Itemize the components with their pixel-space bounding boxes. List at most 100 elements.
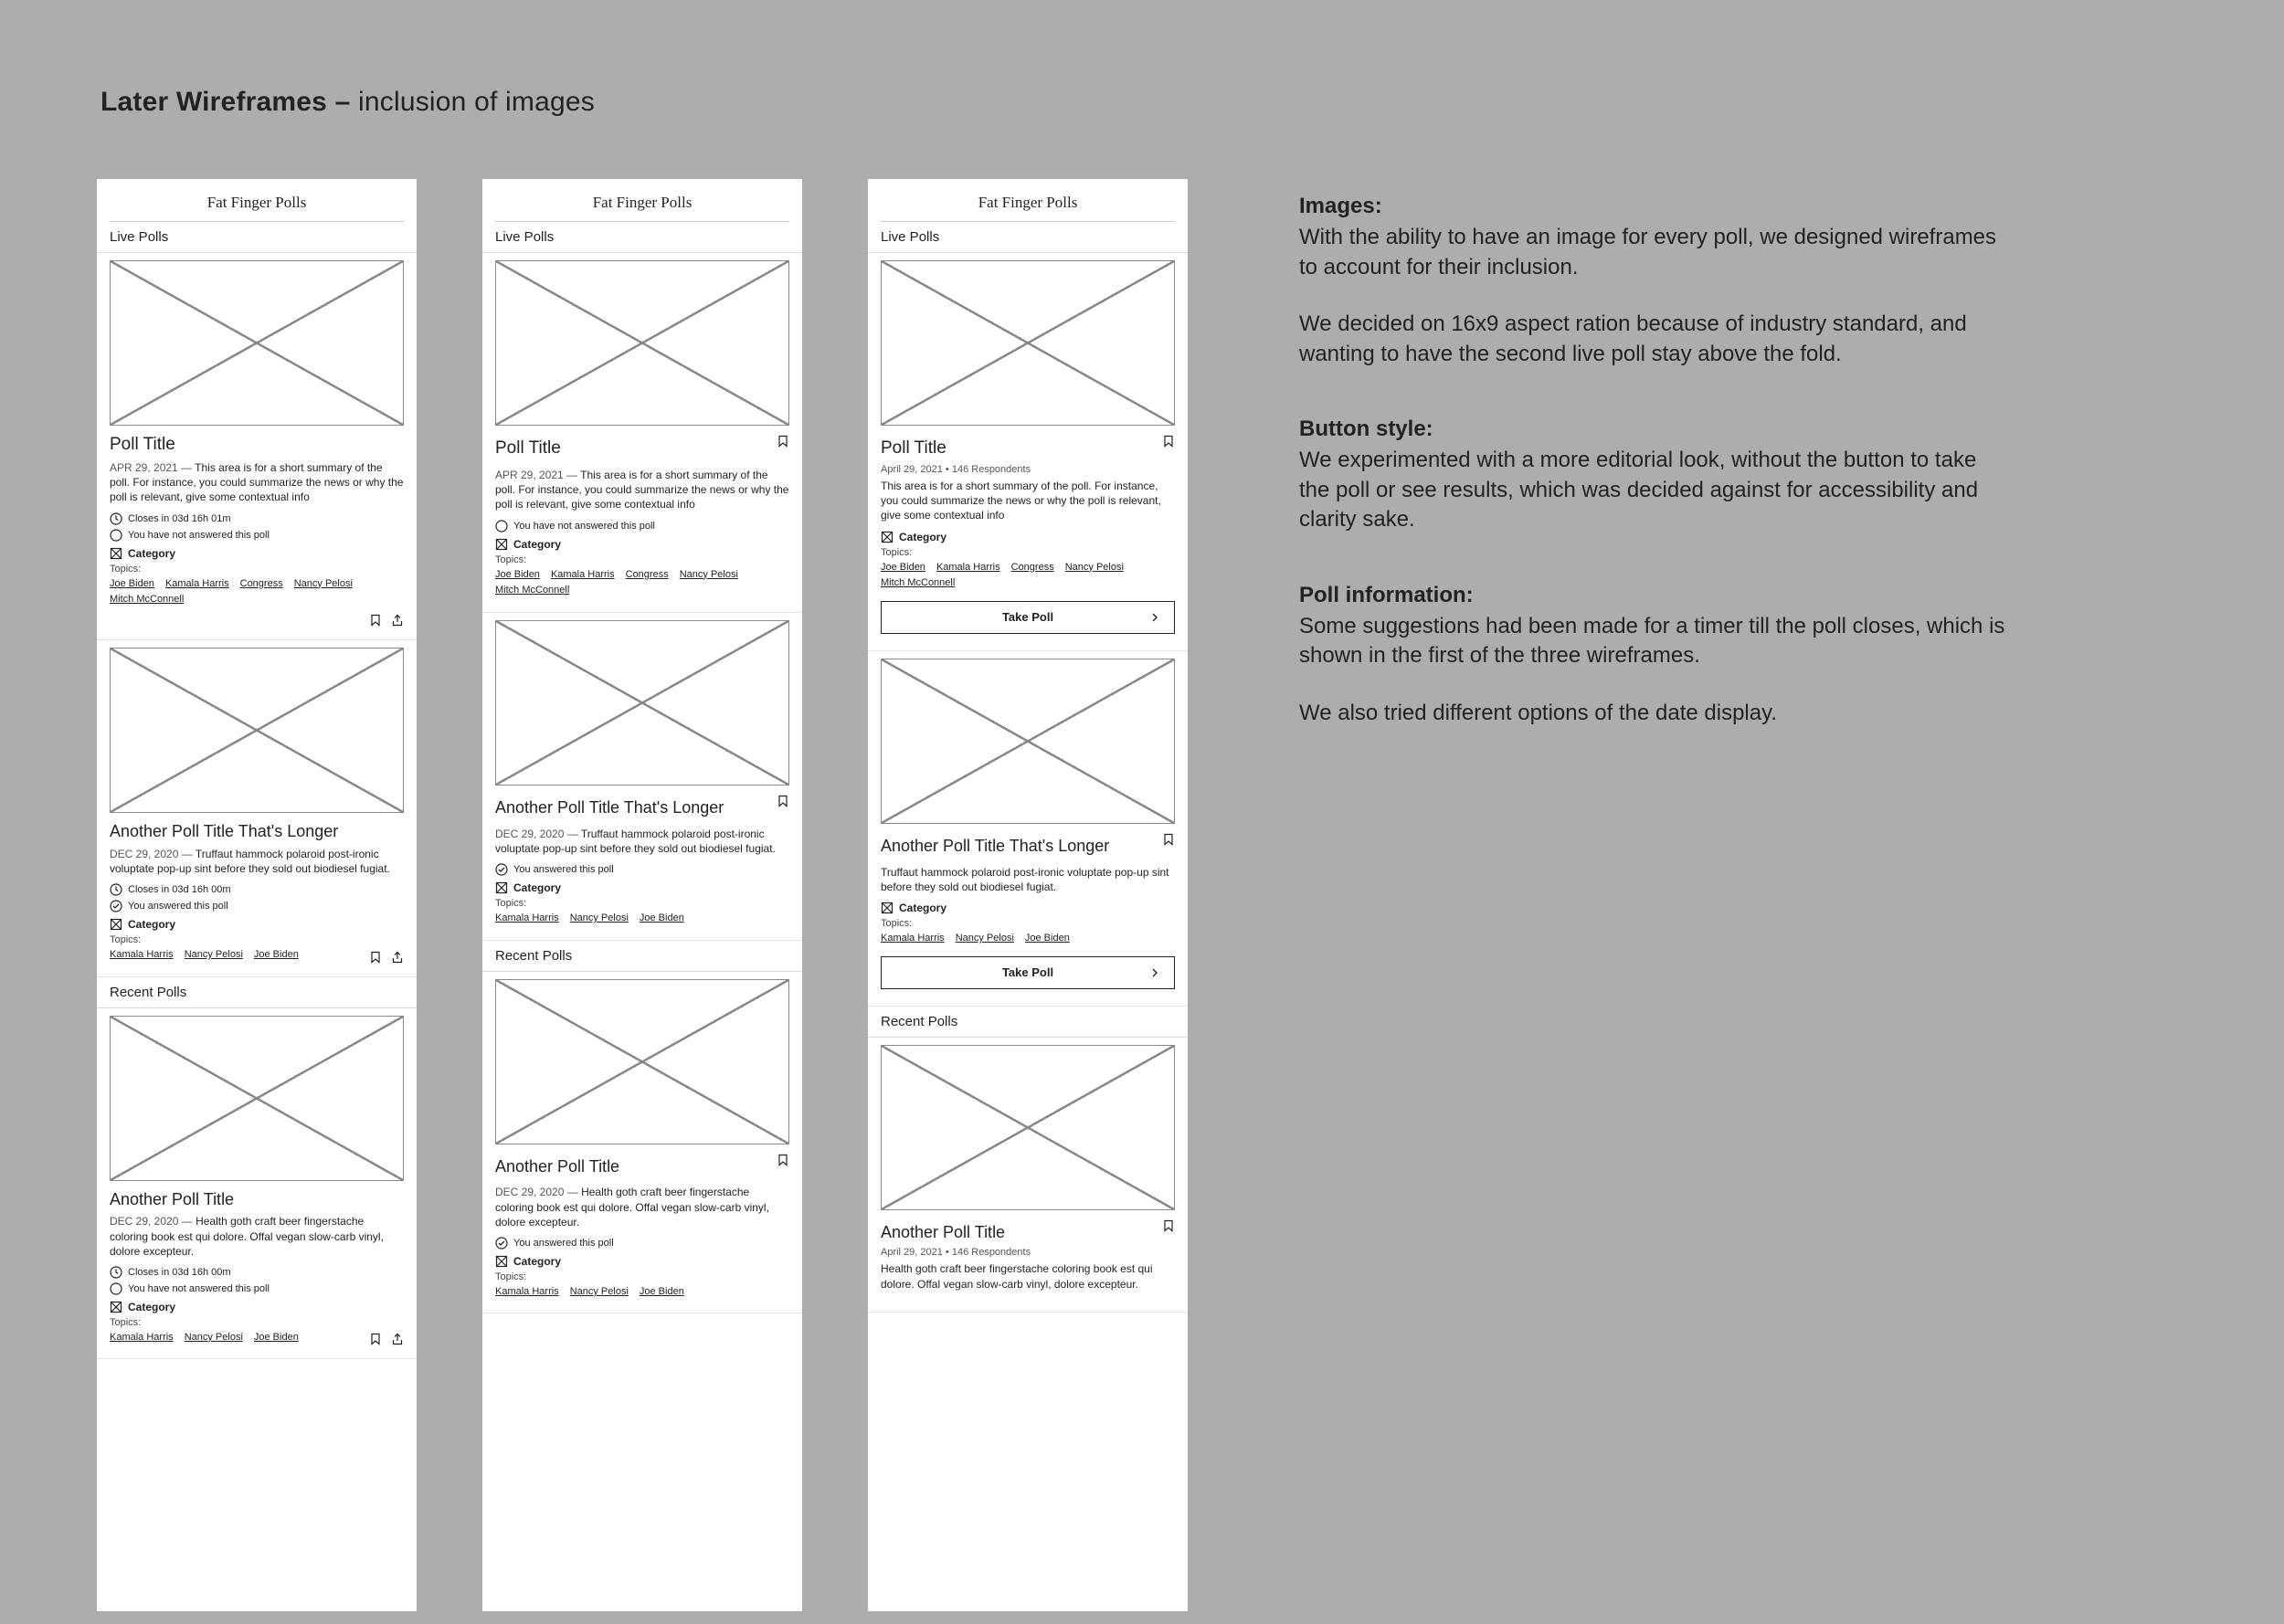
bookmark-icon[interactable]: [1162, 833, 1175, 846]
circle-icon: [110, 1282, 122, 1295]
closes-row: Closes in 03d 16h 00m: [110, 1266, 404, 1279]
topic-link[interactable]: Kamala Harris: [495, 911, 559, 927]
clock-icon: [110, 1266, 122, 1279]
check-icon: [495, 1237, 508, 1250]
poll-card: Another Poll Title April 29, 2021 • 146 …: [868, 1219, 1188, 1313]
topic-link[interactable]: Kamala Harris: [551, 567, 615, 584]
topic-link[interactable]: Joe Biden: [254, 947, 299, 964]
poll-title[interactable]: Another Poll Title That's Longer: [495, 798, 724, 817]
circle-icon: [495, 520, 508, 533]
poll-summary: This area is for a short summary of the …: [881, 479, 1175, 523]
share-icon[interactable]: [391, 951, 404, 964]
topics-label: Topics:: [110, 934, 404, 945]
app-title: Fat Finger Polls: [868, 179, 1188, 221]
topic-link[interactable]: Nancy Pelosi: [1065, 560, 1124, 576]
poll-title[interactable]: Poll Title: [110, 435, 404, 455]
category-row[interactable]: Category: [110, 547, 404, 560]
topic-link[interactable]: Mitch McConnell: [110, 592, 184, 608]
category-icon: [881, 902, 894, 914]
notes-button-heading: Button style:: [1299, 415, 2012, 444]
poll-title[interactable]: Another Poll Title: [110, 1190, 404, 1209]
poll-card: Another Poll Title DEC 29, 2020 — Health…: [97, 1190, 417, 1360]
bookmark-icon[interactable]: [369, 614, 382, 627]
bookmark-icon[interactable]: [369, 951, 382, 964]
topic-link[interactable]: Kamala Harris: [881, 931, 945, 947]
category-row[interactable]: Category: [110, 918, 404, 931]
category-icon: [110, 1301, 122, 1313]
app-title: Fat Finger Polls: [482, 179, 802, 221]
category-row[interactable]: Category: [881, 531, 1175, 543]
closes-row: Closes in 03d 16h 00m: [110, 883, 404, 896]
poll-card: Another Poll Title That's Longer DEC 29,…: [97, 822, 417, 977]
category-row[interactable]: Category: [495, 538, 789, 551]
poll-summary: Health goth craft beer fingerstache colo…: [881, 1261, 1175, 1291]
topic-link[interactable]: Mitch McConnell: [881, 575, 955, 592]
check-icon: [110, 900, 122, 912]
poll-title[interactable]: Another Poll Title: [495, 1157, 619, 1176]
topic-link[interactable]: Congress: [626, 567, 669, 584]
take-poll-button[interactable]: Take Poll: [881, 601, 1175, 634]
category-icon: [110, 918, 122, 931]
poll-summary: Truffaut hammock polaroid post-ironic vo…: [881, 865, 1175, 894]
image-placeholder: [110, 1016, 404, 1181]
topic-link[interactable]: Kamala Harris: [495, 1284, 559, 1301]
take-poll-button[interactable]: Take Poll: [881, 956, 1175, 989]
topic-link[interactable]: Nancy Pelosi: [570, 1284, 629, 1301]
section-recent-polls: Recent Polls: [97, 977, 417, 1008]
topic-link[interactable]: Joe Biden: [640, 1284, 684, 1301]
bookmark-icon[interactable]: [1162, 1219, 1175, 1232]
category-row[interactable]: Category: [881, 902, 1175, 914]
topic-link[interactable]: Joe Biden: [254, 1330, 299, 1346]
share-icon[interactable]: [391, 614, 404, 627]
poll-title[interactable]: Poll Title: [495, 438, 561, 459]
notes-images-heading: Images:: [1299, 192, 2012, 221]
share-icon[interactable]: [391, 1333, 404, 1345]
image-placeholder: [881, 260, 1175, 426]
topic-link[interactable]: Joe Biden: [881, 560, 925, 576]
bookmark-icon[interactable]: [777, 1154, 789, 1166]
category-row[interactable]: Category: [495, 881, 789, 894]
topic-link[interactable]: Joe Biden: [110, 576, 154, 593]
topic-link[interactable]: Joe Biden: [640, 911, 684, 927]
chevron-right-icon: [1148, 611, 1161, 624]
topics-label: Topics:: [495, 898, 789, 909]
topic-link[interactable]: Mitch McConnell: [495, 583, 569, 599]
notes-images-p1: With the ability to have an image for ev…: [1299, 223, 2012, 282]
poll-summary: DEC 29, 2020 — Truffaut hammock polaroid…: [110, 847, 404, 876]
topic-link[interactable]: Kamala Harris: [936, 560, 1000, 576]
bookmark-icon[interactable]: [777, 795, 789, 807]
topic-link[interactable]: Congress: [1011, 560, 1054, 576]
poll-title[interactable]: Another Poll Title: [881, 1223, 1155, 1242]
bookmark-icon[interactable]: [369, 1333, 382, 1345]
topics-label: Topics:: [110, 564, 404, 575]
poll-summary: DEC 29, 2020 — Health goth craft beer fi…: [110, 1214, 404, 1259]
topic-link[interactable]: Nancy Pelosi: [185, 947, 243, 964]
poll-title[interactable]: Another Poll Title That's Longer: [881, 837, 1155, 856]
bookmark-icon[interactable]: [777, 435, 789, 448]
poll-title[interactable]: Another Poll Title That's Longer: [110, 822, 404, 841]
topic-link[interactable]: Joe Biden: [495, 567, 540, 584]
topic-link[interactable]: Kamala Harris: [110, 1330, 174, 1346]
poll-title[interactable]: Poll Title: [881, 438, 1155, 459]
check-icon: [495, 863, 508, 876]
category-row[interactable]: Category: [110, 1301, 404, 1313]
topic-link[interactable]: Nancy Pelosi: [956, 931, 1014, 947]
topic-link[interactable]: Nancy Pelosi: [680, 567, 738, 584]
topic-link[interactable]: Congress: [240, 576, 283, 593]
topic-link[interactable]: Kamala Harris: [110, 947, 174, 964]
topics-list: Kamala Harris Nancy Pelosi Joe Biden: [495, 911, 789, 927]
bookmark-icon[interactable]: [1162, 435, 1175, 448]
category-icon: [495, 1255, 508, 1268]
topic-link[interactable]: Joe Biden: [1025, 931, 1070, 947]
topic-link[interactable]: Nancy Pelosi: [185, 1330, 243, 1346]
category-row[interactable]: Category: [495, 1255, 789, 1268]
topic-link[interactable]: Kamala Harris: [165, 576, 229, 593]
notes-column: Images: With the ability to have an imag…: [1299, 192, 2012, 774]
image-placeholder: [495, 260, 789, 426]
notes-info-p1: Some suggestions had been made for a tim…: [1299, 612, 2012, 671]
topics-label: Topics:: [495, 554, 789, 565]
topic-link[interactable]: Nancy Pelosi: [570, 911, 629, 927]
poll-card: Poll Title APR 29, 2021 — This area is f…: [97, 435, 417, 640]
topic-link[interactable]: Nancy Pelosi: [294, 576, 353, 593]
poll-meta: April 29, 2021 • 146 Respondents: [881, 464, 1155, 475]
